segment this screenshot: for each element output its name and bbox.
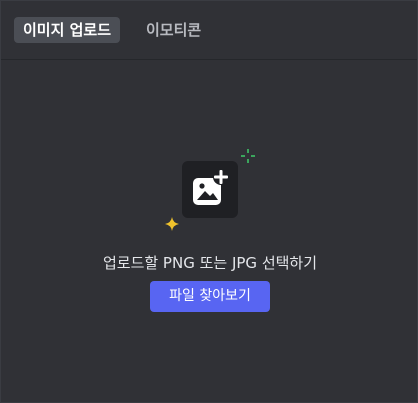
image-add-icon <box>193 169 229 205</box>
image-upload-panel: 이미지 업로드 이모티콘 업로드할 PNG 또는 JPG 선택하기 파일 찾아보… <box>0 0 418 403</box>
tab-bar: 이미지 업로드 이모티콘 <box>1 1 417 60</box>
tab-emoticon[interactable]: 이모티콘 <box>137 17 210 43</box>
sparkle-green-icon <box>241 149 255 163</box>
upload-drop-area[interactable]: 업로드할 PNG 또는 JPG 선택하기 파일 찾아보기 <box>1 60 417 403</box>
sparkle-yellow-icon <box>165 217 179 231</box>
upload-prompt-text: 업로드할 PNG 또는 JPG 선택하기 <box>102 254 318 272</box>
image-add-icon-tile <box>182 161 238 218</box>
tab-image-upload[interactable]: 이미지 업로드 <box>14 17 121 43</box>
browse-files-button[interactable]: 파일 찾아보기 <box>150 281 270 312</box>
